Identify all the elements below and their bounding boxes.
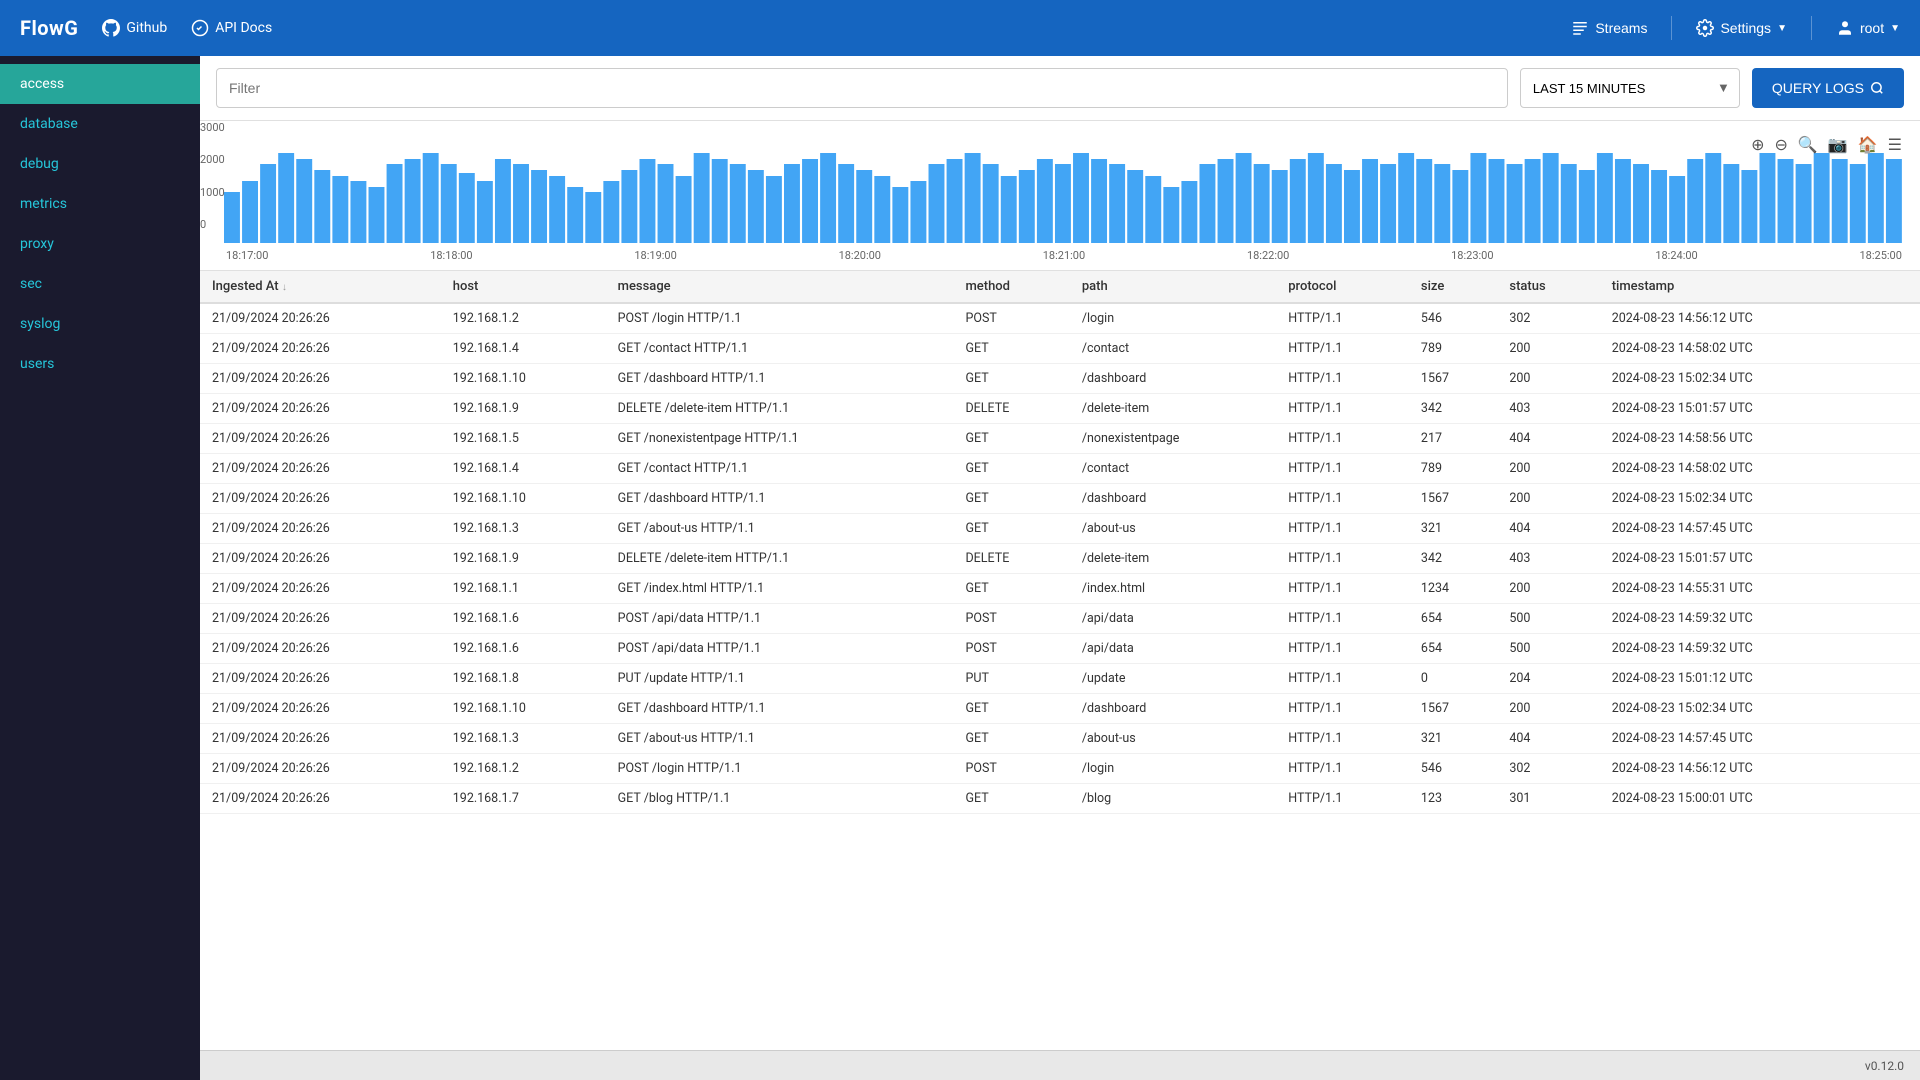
camera-button[interactable]: 📷 xyxy=(1826,133,1850,157)
version-label: v0.12.0 xyxy=(1865,1059,1904,1073)
y-label-0: 0 xyxy=(200,218,225,231)
x-label-1819: 18:19:00 xyxy=(634,249,676,262)
main-layout: access database debug metrics proxy sec … xyxy=(0,56,1920,1080)
table-row[interactable]: 21/09/2024 20:26:26192.168.1.7GET /blog … xyxy=(200,784,1920,814)
user-caret: ▼ xyxy=(1890,23,1900,34)
github-label: Github xyxy=(126,20,167,36)
api-docs-label: API Docs xyxy=(215,20,272,36)
col-extra xyxy=(1880,271,1920,303)
table-row[interactable]: 21/09/2024 20:26:26192.168.1.2POST /logi… xyxy=(200,303,1920,334)
x-label-1817: 18:17:00 xyxy=(226,249,268,262)
query-logs-label: QUERY LOGS xyxy=(1772,80,1864,96)
user-icon xyxy=(1836,19,1854,37)
nav-divider1 xyxy=(1671,16,1672,40)
sidebar: access database debug metrics proxy sec … xyxy=(0,56,200,1080)
github-link[interactable]: Github xyxy=(102,19,167,37)
table-row[interactable]: 21/09/2024 20:26:26192.168.1.9DELETE /de… xyxy=(200,544,1920,574)
table-row[interactable]: 21/09/2024 20:26:26192.168.1.1GET /index… xyxy=(200,574,1920,604)
chart-toolbar: ⊕ ⊖ 🔍 📷 🏠 ☰ xyxy=(1749,133,1904,157)
settings-icon xyxy=(1696,19,1714,37)
sidebar-item-debug[interactable]: debug xyxy=(0,144,200,184)
col-status[interactable]: status xyxy=(1497,271,1599,303)
sidebar-item-proxy[interactable]: proxy xyxy=(0,224,200,264)
col-method[interactable]: method xyxy=(953,271,1069,303)
y-label-2000: 2000 xyxy=(200,153,225,166)
home-button[interactable]: 🏠 xyxy=(1856,133,1880,157)
sidebar-item-database[interactable]: database xyxy=(0,104,200,144)
streams-button[interactable]: Streams xyxy=(1571,19,1647,37)
top-navbar: FlowG Github API Docs Streams Settings ▼… xyxy=(0,0,1920,56)
chart-x-labels: 18:17:00 18:18:00 18:19:00 18:20:00 18:2… xyxy=(224,249,1904,262)
settings-label: Settings xyxy=(1720,20,1771,36)
github-icon xyxy=(102,19,120,37)
search-icon xyxy=(1870,81,1884,95)
zoom-out-button[interactable]: ⊖ xyxy=(1772,133,1789,157)
table-row[interactable]: 21/09/2024 20:26:26192.168.1.4GET /conta… xyxy=(200,334,1920,364)
api-docs-icon xyxy=(191,19,209,37)
bar-chart xyxy=(224,133,1904,243)
table-row[interactable]: 21/09/2024 20:26:26192.168.1.9DELETE /de… xyxy=(200,394,1920,424)
streams-label: Streams xyxy=(1595,20,1647,36)
query-logs-button[interactable]: QUERY LOGS xyxy=(1752,68,1904,108)
x-label-1825: 18:25:00 xyxy=(1860,249,1902,262)
y-label-3000: 3000 xyxy=(200,121,225,134)
zoom-button[interactable]: 🔍 xyxy=(1796,133,1820,157)
time-select-wrapper: LAST 15 MINUTES LAST 1 HOUR LAST 24 HOUR… xyxy=(1520,68,1740,108)
time-range-select[interactable]: LAST 15 MINUTES LAST 1 HOUR LAST 24 HOUR… xyxy=(1520,68,1740,108)
footer: v0.12.0 xyxy=(200,1050,1920,1080)
x-label-1822: 18:22:00 xyxy=(1247,249,1289,262)
table-row[interactable]: 21/09/2024 20:26:26192.168.1.2POST /logi… xyxy=(200,754,1920,784)
settings-caret: ▼ xyxy=(1777,23,1787,34)
col-protocol[interactable]: protocol xyxy=(1276,271,1409,303)
sidebar-item-metrics[interactable]: metrics xyxy=(0,184,200,224)
x-label-1818: 18:18:00 xyxy=(430,249,472,262)
table-row[interactable]: 21/09/2024 20:26:26192.168.1.6POST /api/… xyxy=(200,604,1920,634)
user-label: root xyxy=(1860,20,1884,36)
topnav-right: Streams Settings ▼ root ▼ xyxy=(1571,16,1900,40)
col-timestamp[interactable]: timestamp xyxy=(1600,271,1880,303)
nav-divider2 xyxy=(1811,16,1812,40)
col-host[interactable]: host xyxy=(441,271,606,303)
table-header: Ingested At ↓ host message method path p… xyxy=(200,271,1920,303)
sidebar-item-syslog[interactable]: syslog xyxy=(0,304,200,344)
col-size[interactable]: size xyxy=(1409,271,1497,303)
user-button[interactable]: root ▼ xyxy=(1836,19,1900,37)
y-label-1000: 1000 xyxy=(200,186,225,199)
api-docs-link[interactable]: API Docs xyxy=(191,19,272,37)
table-row[interactable]: 21/09/2024 20:26:26192.168.1.10GET /dash… xyxy=(200,694,1920,724)
menu-button[interactable]: ☰ xyxy=(1886,133,1904,157)
table-row[interactable]: 21/09/2024 20:26:26192.168.1.3GET /about… xyxy=(200,514,1920,544)
filter-input[interactable] xyxy=(216,68,1508,108)
table-row[interactable]: 21/09/2024 20:26:26192.168.1.4GET /conta… xyxy=(200,454,1920,484)
table-row[interactable]: 21/09/2024 20:26:26192.168.1.10GET /dash… xyxy=(200,364,1920,394)
settings-button[interactable]: Settings ▼ xyxy=(1696,19,1787,37)
sidebar-item-sec[interactable]: sec xyxy=(0,264,200,304)
table-body: 21/09/2024 20:26:26192.168.1.2POST /logi… xyxy=(200,303,1920,814)
table-row[interactable]: 21/09/2024 20:26:26192.168.1.10GET /dash… xyxy=(200,484,1920,514)
main-content: LAST 15 MINUTES LAST 1 HOUR LAST 24 HOUR… xyxy=(200,56,1920,1080)
streams-icon xyxy=(1571,19,1589,37)
app-brand: FlowG xyxy=(20,16,78,40)
table-row[interactable]: 21/09/2024 20:26:26192.168.1.5GET /nonex… xyxy=(200,424,1920,454)
sidebar-item-users[interactable]: users xyxy=(0,344,200,384)
col-message[interactable]: message xyxy=(606,271,954,303)
table-row[interactable]: 21/09/2024 20:26:26192.168.1.6POST /api/… xyxy=(200,634,1920,664)
col-ingested-at[interactable]: Ingested At ↓ xyxy=(200,271,441,303)
log-table: Ingested At ↓ host message method path p… xyxy=(200,271,1920,814)
zoom-in-button[interactable]: ⊕ xyxy=(1749,133,1766,157)
chart-y-axis: 3000 2000 1000 0 xyxy=(200,121,229,231)
x-label-1821: 18:21:00 xyxy=(1043,249,1085,262)
x-label-1824: 18:24:00 xyxy=(1655,249,1697,262)
x-label-1820: 18:20:00 xyxy=(839,249,881,262)
col-path[interactable]: path xyxy=(1070,271,1276,303)
toolbar: LAST 15 MINUTES LAST 1 HOUR LAST 24 HOUR… xyxy=(200,56,1920,121)
sidebar-item-access[interactable]: access xyxy=(0,64,200,104)
table-row[interactable]: 21/09/2024 20:26:26192.168.1.8PUT /updat… xyxy=(200,664,1920,694)
x-label-1823: 18:23:00 xyxy=(1451,249,1493,262)
chart-area: ⊕ ⊖ 🔍 📷 🏠 ☰ 3000 2000 1000 0 18:17:00 xyxy=(200,121,1920,271)
table-row[interactable]: 21/09/2024 20:26:26192.168.1.3GET /about… xyxy=(200,724,1920,754)
log-table-wrapper: Ingested At ↓ host message method path p… xyxy=(200,271,1920,1050)
